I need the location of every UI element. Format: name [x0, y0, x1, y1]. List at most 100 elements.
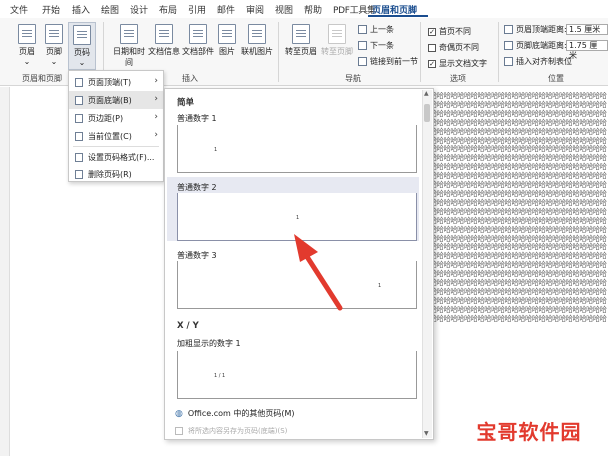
gallery-scrollbar-thumb[interactable]: [424, 104, 430, 122]
chevron-right-icon: ›: [154, 130, 158, 140]
header-distance-icon: [504, 25, 513, 34]
checkbox-box: ✓: [428, 59, 436, 68]
document-body-text[interactable]: 哈哈哈哈哈哈哈哈哈哈哈哈哈哈哈哈哈哈哈哈哈哈哈哈哈哈哈哈哈哈哈哈哈哈哈哈哈哈哈哈…: [430, 92, 608, 456]
vertical-ruler: [0, 87, 10, 456]
tab-help[interactable]: 帮助: [304, 3, 322, 16]
goto-footer-icon: [328, 24, 346, 44]
previous-icon: [358, 25, 367, 34]
alignment-tab-icon: [504, 57, 513, 66]
page-number-icon: [73, 25, 91, 45]
page-number-button[interactable]: 页码 ⌄: [68, 22, 96, 70]
tab-references[interactable]: 引用: [188, 3, 206, 16]
calendar-icon: [120, 24, 138, 44]
red-arrow-annotation: [294, 234, 343, 311]
tab-design[interactable]: 设计: [130, 3, 148, 16]
gallery-scrollbar[interactable]: [422, 90, 432, 438]
footer-icon: [45, 24, 63, 44]
tab-review[interactable]: 审阅: [246, 3, 264, 16]
gallery-item-label: 普通数字 1: [177, 114, 217, 123]
doc-info-icon: [155, 24, 173, 44]
group-label-position: 位置: [548, 74, 564, 83]
tab-insert[interactable]: 插入: [72, 3, 90, 16]
different-odd-even-checkbox[interactable]: 奇偶页不同: [428, 42, 479, 53]
tab-home[interactable]: 开始: [42, 3, 60, 16]
footer-distance-input[interactable]: 1.75 厘米: [566, 40, 608, 60]
watermark-logo: 宝哥软件园: [455, 412, 603, 448]
menu-item-bottom-of-page[interactable]: 页面底端(B) ›: [69, 91, 163, 109]
footer-distance-icon: [504, 41, 513, 50]
date-time-button[interactable]: 日期和时间: [112, 24, 146, 68]
page-number-menu: 页面顶端(T) › 页面底端(B) › 页边距(P) › 当前位置(C) › 设置页码格…: [68, 70, 164, 182]
tab-layout[interactable]: 布局: [159, 3, 177, 16]
show-document-text-checkbox[interactable]: ✓ 显示文档文字: [428, 58, 487, 69]
gallery-item-plain-number-1[interactable]: 1: [177, 125, 417, 173]
tab-file[interactable]: 文件: [10, 3, 28, 16]
checkbox-box: ✓: [428, 27, 436, 36]
tab-view[interactable]: 视图: [275, 3, 293, 16]
page-bottom-icon: [75, 95, 83, 105]
chevron-right-icon: ›: [154, 112, 158, 122]
scroll-down-icon[interactable]: ▼: [424, 430, 429, 437]
more-page-numbers-office-com[interactable]: ◍ Office.com 中的其他页码(M): [175, 408, 295, 419]
group-label-insert: 插入: [182, 74, 198, 83]
menu-separator: [73, 146, 159, 147]
previous-button[interactable]: 上一条: [358, 24, 394, 35]
next-button[interactable]: 下一条: [358, 40, 394, 51]
chevron-right-icon: ›: [154, 76, 158, 86]
goto-footer-button[interactable]: 转至页脚: [320, 24, 354, 57]
page-number-sample: 1: [214, 147, 218, 153]
page-number-sample: 1: [378, 283, 382, 289]
menu-item-format-page-numbers[interactable]: 设置页码格式(F)...: [69, 148, 163, 166]
gallery-item-label: 普通数字 2: [177, 183, 217, 192]
page-number-sample: 1: [296, 215, 300, 221]
group-separator: [420, 22, 421, 82]
checkbox-box: [428, 43, 436, 52]
globe-icon: ◍: [175, 408, 183, 419]
picture-icon: [218, 24, 236, 44]
chevron-right-icon: ›: [154, 94, 158, 104]
link-to-previous-button[interactable]: 链接到前一节: [358, 56, 418, 67]
quick-parts-button[interactable]: 文档部件: [182, 24, 214, 57]
footer-distance-field: 页脚底端距离:: [504, 40, 567, 51]
menu-item-current-position[interactable]: 当前位置(C) ›: [69, 127, 163, 145]
arrow-shaft: [301, 249, 343, 311]
tab-draw[interactable]: 绘图: [101, 3, 119, 16]
current-position-icon: [75, 131, 83, 141]
next-icon: [358, 41, 367, 50]
format-icon: [75, 152, 83, 162]
doc-info-button[interactable]: 文档信息: [148, 24, 180, 57]
picture-button[interactable]: 图片: [216, 24, 238, 57]
page-margins-icon: [75, 113, 83, 123]
gallery-item-label: 加粗显示的数字 1: [177, 339, 241, 348]
header-button[interactable]: 页眉 ⌄: [14, 24, 40, 66]
save-icon: [175, 427, 183, 435]
tab-mailings[interactable]: 邮件: [217, 3, 235, 16]
group-label-navigation: 导航: [345, 74, 361, 83]
footer-button[interactable]: 页脚 ⌄: [41, 24, 67, 66]
scroll-up-icon[interactable]: ▲: [424, 90, 429, 97]
delete-icon: [75, 169, 83, 179]
page-number-sample: 1 / 1: [214, 373, 226, 379]
save-selection-as-page-number[interactable]: 将所选内容另存为页码(底端)(S): [175, 426, 287, 436]
online-picture-icon: [248, 24, 266, 44]
different-first-page-checkbox[interactable]: ✓ 首页不同: [428, 26, 471, 37]
header-icon: [18, 24, 36, 44]
menu-item-page-margins[interactable]: 页边距(P) ›: [69, 109, 163, 127]
group-label-options: 选项: [450, 74, 466, 83]
gallery-section-xy: X / Y: [177, 321, 199, 331]
quick-parts-icon: [189, 24, 207, 44]
gallery-item-bold-number-1[interactable]: 1 / 1: [177, 351, 417, 399]
menu-item-remove-page-numbers[interactable]: 删除页码(R): [69, 165, 163, 183]
menu-item-top-of-page[interactable]: 页面顶端(T) ›: [69, 73, 163, 91]
arrow-head: [294, 234, 318, 262]
gallery-section-simple: 简单: [177, 98, 195, 108]
menu-tab-bar: 文件 开始 插入 绘图 设计 布局 引用 邮件 审阅 视图 帮助 PDF工具集 …: [0, 0, 608, 18]
online-picture-button[interactable]: 联机图片: [240, 24, 274, 57]
goto-header-icon: [292, 24, 310, 44]
page-top-icon: [75, 77, 83, 87]
group-separator: [278, 22, 279, 82]
insert-alignment-tab-button[interactable]: 插入对齐制表位: [504, 56, 572, 67]
header-distance-input[interactable]: 1.5 厘米: [566, 24, 608, 35]
goto-header-button[interactable]: 转至页眉: [284, 24, 318, 57]
group-separator: [498, 22, 499, 82]
